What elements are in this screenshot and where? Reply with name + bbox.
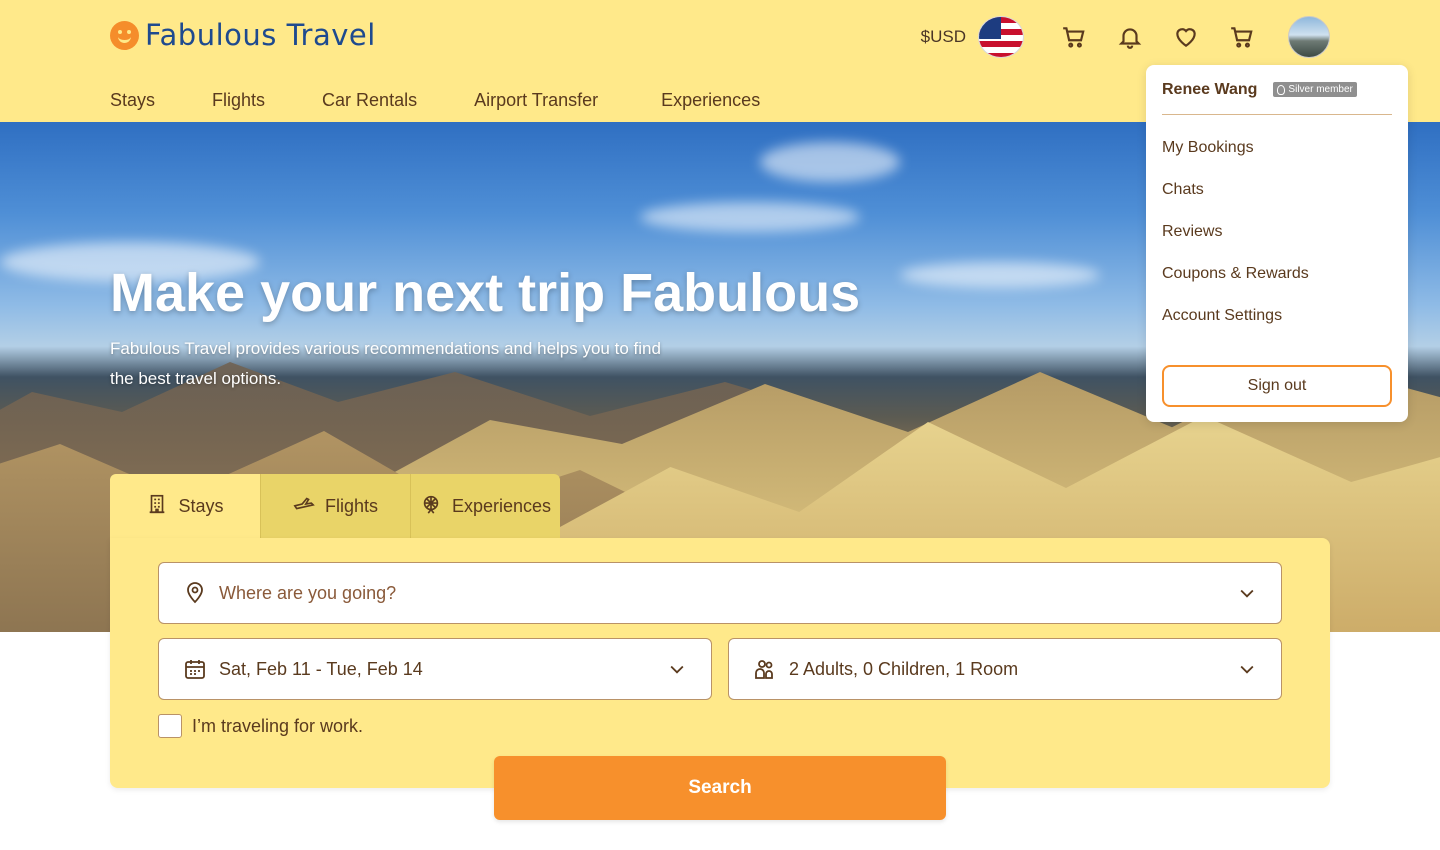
hero-title: Make your next trip Fabulous [110, 263, 861, 323]
destination-field[interactable]: Where are you going? [158, 562, 1282, 624]
menu-item-chats[interactable]: Chats [1162, 181, 1204, 199]
badge-label: Silver member [1288, 84, 1353, 95]
search-panel: Where are you going? Sat, Feb 11 - Tue, … [110, 538, 1330, 788]
nav-item-experiences[interactable]: Experiences [661, 90, 760, 111]
menu-item-my-bookings[interactable]: My Bookings [1162, 139, 1254, 157]
tab-label: Stays [178, 495, 224, 516]
menu-item-reviews[interactable]: Reviews [1162, 223, 1222, 241]
us-flag-icon[interactable] [978, 16, 1024, 58]
search-button[interactable]: Search [494, 756, 946, 820]
people-icon [753, 657, 777, 681]
tab-stays[interactable]: Stays [110, 474, 260, 538]
menu-item-coupons-rewards[interactable]: Coupons & Rewards [1162, 265, 1309, 283]
location-pin-icon [183, 581, 207, 605]
medal-icon [1277, 84, 1286, 95]
smiley-logo-icon [110, 20, 139, 50]
work-travel-label[interactable]: I’m traveling for work. [192, 716, 363, 737]
chevron-down-icon[interactable] [1237, 659, 1257, 679]
heart-icon[interactable] [1168, 19, 1204, 55]
user-avatar[interactable] [1288, 16, 1330, 58]
building-icon [146, 493, 168, 520]
destination-input[interactable]: Where are you going? [219, 583, 1237, 604]
nav-item-airport-transfer[interactable]: Airport Transfer [474, 90, 598, 111]
brand-name: Fabulous Travel [145, 18, 376, 52]
bell-icon[interactable] [1112, 19, 1148, 55]
work-travel-option: I’m traveling for work. [158, 714, 363, 738]
tab-flights[interactable]: Flights [260, 474, 410, 538]
brand-logo[interactable]: Fabulous Travel [110, 18, 376, 52]
guests-value: 2 Adults, 0 Children, 1 Room [789, 658, 1019, 679]
guests-field[interactable]: 2 Adults, 0 Children, 1 Room [728, 638, 1282, 700]
calendar-icon [183, 657, 207, 681]
chevron-down-icon[interactable] [667, 659, 687, 679]
hero-subtitle: Fabulous Travel provides various recomme… [110, 339, 661, 388]
nav-item-stays[interactable]: Stays [110, 90, 155, 111]
main-nav: Stays Flights Car Rentals Airport Transf… [110, 90, 817, 111]
cart-icon[interactable] [1056, 19, 1092, 55]
date-range-value: Sat, Feb 11 - Tue, Feb 14 [219, 658, 423, 679]
ferris-wheel-icon [420, 493, 442, 520]
user-name: Renee Wang [1162, 81, 1258, 98]
cloud-shape [900, 262, 1100, 288]
currency-selector[interactable]: $USD [921, 27, 966, 47]
menu-item-account-settings[interactable]: Account Settings [1162, 307, 1282, 325]
tab-label: Flights [324, 495, 378, 516]
tab-label: Experiences [451, 495, 552, 516]
cart-icon[interactable] [1224, 19, 1260, 55]
nav-item-flights[interactable]: Flights [212, 90, 265, 111]
user-menu-header: Renee Wang Silver member [1162, 81, 1392, 115]
header-actions: $USD [921, 14, 1330, 60]
cloud-shape [760, 142, 900, 182]
work-travel-checkbox[interactable] [158, 714, 182, 738]
sign-out-button[interactable]: Sign out [1162, 365, 1392, 407]
membership-badge: Silver member [1273, 82, 1357, 97]
plane-icon [293, 493, 315, 520]
nav-item-car-rentals[interactable]: Car Rentals [322, 90, 417, 111]
search-tabs: Stays Flights Experiences [110, 474, 560, 538]
cloud-shape [640, 202, 860, 232]
chevron-down-icon[interactable] [1237, 583, 1257, 603]
user-menu-dropdown: Renee Wang Silver member My Bookings Cha… [1146, 65, 1408, 422]
tab-experiences[interactable]: Experiences [410, 474, 560, 538]
date-range-field[interactable]: Sat, Feb 11 - Tue, Feb 14 [158, 638, 712, 700]
